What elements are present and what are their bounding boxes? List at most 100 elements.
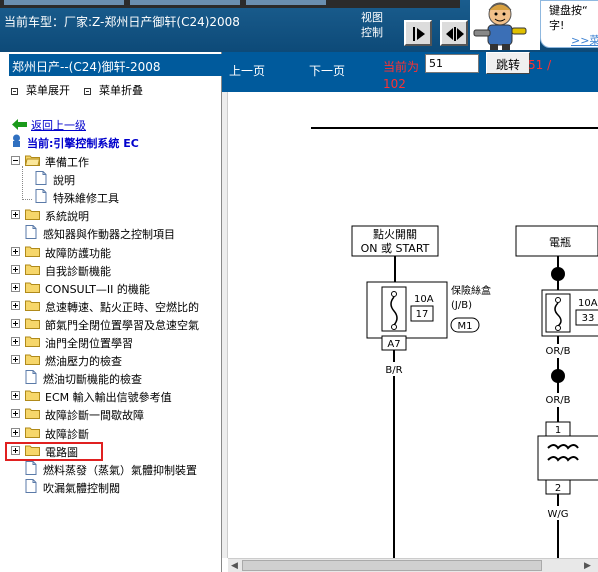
selection-highlight <box>5 442 103 461</box>
expand-toggle-icon[interactable] <box>11 282 20 292</box>
document-icon <box>35 171 47 186</box>
tree-item[interactable]: 怠速轉速、點火正時、空燃比的 <box>11 297 222 314</box>
ignition-switch-label-2: ON 或 START <box>361 242 430 255</box>
mascot-icon <box>470 0 540 50</box>
page-total: 51 / <box>528 58 552 72</box>
tree-item[interactable]: 燃油壓力的檢查 <box>11 351 222 368</box>
tree-item[interactable]: 油門全閉位置學習 <box>11 333 222 350</box>
folder-icon <box>25 408 40 420</box>
fuse-right-num: 33 <box>582 313 595 324</box>
tree-item-label: 系統說明 <box>45 210 89 224</box>
tree-item-label: CONSULT—II 的機能 <box>45 282 150 296</box>
scroll-thumb[interactable] <box>242 560 542 571</box>
tree-item[interactable]: 故障診斷 <box>11 424 222 441</box>
tree-item[interactable]: 燃油切斷機能的檢查 <box>11 369 222 386</box>
next-page-button[interactable]: 下一页 <box>309 62 345 79</box>
page-number-input[interactable] <box>425 54 479 73</box>
scroll-right-icon[interactable]: ▶ <box>584 561 591 571</box>
wiring-diagram: 點火開關 ON 或 START 10A 17 保險絲盒 (J/B) M1 A7 … <box>222 92 598 558</box>
expand-toggle-icon[interactable] <box>11 210 20 220</box>
tree-item[interactable]: CONSULT—II 的機能 <box>11 279 222 296</box>
folder-open-icon <box>25 155 40 166</box>
tip-text: 键盘按“ 字! <box>549 4 588 32</box>
current-node-icon <box>13 134 20 147</box>
tree-item-label: 故障診斷 <box>45 427 89 441</box>
current-section-label: 当前:引擎控制系統 EC <box>27 137 139 150</box>
expand-toggle-icon[interactable] <box>11 391 20 401</box>
collapse-toggle-icon[interactable] <box>11 156 20 165</box>
tree-item[interactable]: 說明 <box>33 170 222 187</box>
expand-toggle-icon[interactable] <box>11 264 20 274</box>
tree-item[interactable]: 燃料蒸發（蒸氣）氣體抑制裝置 <box>11 460 222 477</box>
tree-item-label: 故障診斷一間歇故障 <box>45 409 144 423</box>
expand-toggle-icon[interactable] <box>11 318 20 328</box>
wire-orb-label-1: OR/B <box>545 346 570 357</box>
tree-item[interactable]: 自我診斷機能 <box>11 261 222 278</box>
tree-item[interactable]: 準備工作 <box>11 152 222 169</box>
expand-toggle-icon[interactable] <box>11 337 20 346</box>
menu-collapse-button[interactable]: 菜单折叠 <box>84 82 143 98</box>
scroll-left-icon[interactable]: ◀ <box>231 561 238 571</box>
relay-pin-1: 1 <box>555 425 561 436</box>
wire-wg-label: W/G <box>547 509 568 520</box>
tree-item[interactable]: 節氣門全閉位置學習及怠速空氣 <box>11 315 222 332</box>
wiring-diagram-canvas: 點火開關 ON 或 START 10A 17 保險絲盒 (J/B) M1 A7 … <box>311 127 598 558</box>
battery-label: 電瓶 <box>549 235 571 249</box>
relay-pin-2: 2 <box>555 483 561 494</box>
tip-link[interactable]: >>菜 <box>549 33 598 48</box>
connector-a7: A7 <box>387 339 400 350</box>
tree-item-label: 自我診斷機能 <box>45 264 111 278</box>
fuse-right-amp: 10A <box>578 298 598 309</box>
expand-icon <box>11 87 18 95</box>
tree-item-label: ECM 輸入輸出信號參考值 <box>45 391 172 405</box>
tree-item-label: 怠速轉速、點火正時、空燃比的 <box>45 300 199 314</box>
document-icon <box>25 460 37 475</box>
car-model-info: 当前车型：厂家:Z-郑州日产御轩(C24)2008 <box>4 15 240 29</box>
expand-toggle-icon[interactable] <box>11 355 20 365</box>
ignition-switch-label-1: 點火開關 <box>373 228 417 241</box>
diagram-gutter <box>222 92 228 558</box>
tree-item-label: 吹漏氣體控制閥 <box>43 481 120 495</box>
tree-item-label: 燃料蒸發（蒸氣）氣體抑制裝置 <box>43 463 197 477</box>
expand-toggle-icon[interactable] <box>11 246 20 256</box>
back-link[interactable]: 返回上一级 <box>31 117 86 133</box>
wire-orb-label-2: OR/B <box>545 395 570 406</box>
expand-toggle-icon[interactable] <box>11 300 20 310</box>
document-icon <box>25 478 37 493</box>
prev-page-button[interactable]: 上一页 <box>229 62 265 79</box>
fuse-box-label-2: (J/B) <box>451 300 472 311</box>
tree-item[interactable]: 故障防護功能 <box>11 243 222 260</box>
page-toolbar: 上一页 下一页 当前为 跳转 51 / 102 <box>222 52 598 92</box>
menu-expand-button[interactable]: 菜单展开 <box>11 82 70 98</box>
tree-item-label: 準備工作 <box>45 156 89 169</box>
tree-item-label: 感知器與作動器之控制項目 <box>43 228 175 242</box>
document-icon <box>25 370 37 385</box>
folder-icon <box>25 427 40 438</box>
tree-item-label: 特殊維修工具 <box>53 192 119 206</box>
folder-icon <box>25 318 40 329</box>
folder-icon <box>25 209 40 221</box>
horizontal-scrollbar[interactable]: ◀ ▶ <box>228 558 598 572</box>
collapse-icon <box>84 87 91 95</box>
tree-item[interactable]: 感知器與作動器之控制項目 <box>11 224 222 241</box>
jump-button[interactable]: 跳转 <box>486 52 530 74</box>
folder-icon <box>25 264 40 275</box>
view-fit-button[interactable] <box>440 20 468 46</box>
view-next-button[interactable] <box>404 20 432 46</box>
wire-br-label: B/R <box>385 365 402 376</box>
page-total-count: 102 <box>383 77 406 91</box>
fuse-left-num: 17 <box>416 309 429 320</box>
document-icon <box>35 189 47 204</box>
current-page-label: 当前为 <box>383 60 420 74</box>
tree-item[interactable]: 系統說明 <box>11 206 222 223</box>
tree-item[interactable]: 故障診斷一間歇故障 <box>11 405 222 422</box>
tree-connector <box>22 166 32 200</box>
fuse-box-left <box>366 281 448 339</box>
tree-item[interactable]: 吹漏氣體控制閥 <box>11 478 222 495</box>
connector-m1: M1 <box>458 321 473 332</box>
expand-toggle-icon[interactable] <box>11 427 20 437</box>
arrow-right-icon <box>413 27 425 41</box>
tree-item[interactable]: 特殊維修工具 <box>33 188 222 205</box>
tree-item[interactable]: ECM 輸入輸出信號參考值 <box>11 387 222 404</box>
expand-toggle-icon[interactable] <box>11 409 20 419</box>
